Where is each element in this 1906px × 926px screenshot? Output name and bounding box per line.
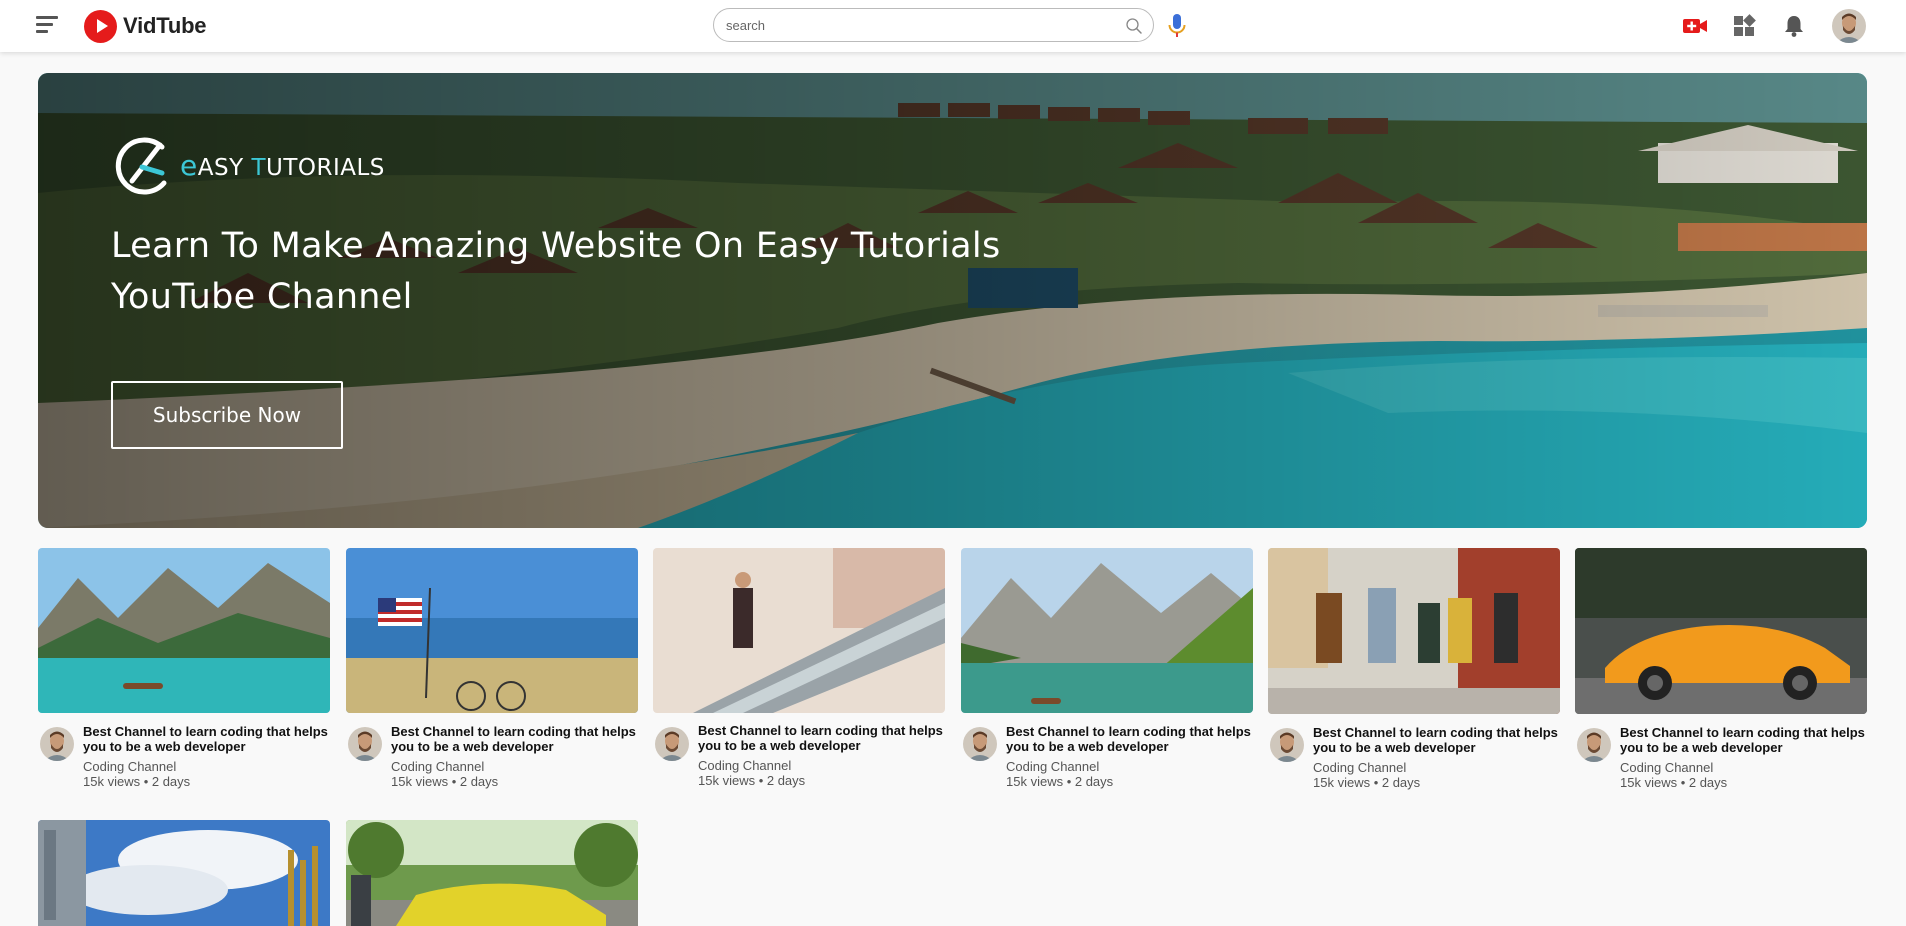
subscribe-button[interactable]: Subscribe Now xyxy=(111,381,343,449)
video-upload-icon[interactable] xyxy=(1682,13,1708,39)
app-name: VidTube xyxy=(123,13,207,38)
bell-icon[interactable] xyxy=(1781,13,1807,39)
video-meta: 15k views • 2 days xyxy=(1006,774,1114,789)
channel-avatar-icon xyxy=(348,727,382,761)
video-title[interactable]: Best Channel to learn coding that helps … xyxy=(391,724,641,754)
video-meta: 15k views • 2 days xyxy=(1313,775,1421,790)
banner-title-line-1: Learn To Make Amazing Website On Easy Tu… xyxy=(111,226,1001,266)
video-meta: 15k views • 2 days xyxy=(391,774,499,789)
channel-avatar[interactable] xyxy=(348,727,382,761)
channel-avatar[interactable] xyxy=(1577,728,1611,762)
hero-banner: eASY TUTORIALS Learn To Make Amazing Web… xyxy=(38,73,1867,528)
channel-name[interactable]: Coding Channel xyxy=(1006,759,1099,774)
mountain-lake-image xyxy=(38,548,330,713)
video-title[interactable]: Best Channel to learn coding that helps … xyxy=(1313,725,1563,755)
top-navbar: VidTube xyxy=(0,0,1906,52)
video-thumbnail[interactable] xyxy=(653,548,945,713)
yellow-sports-car-image xyxy=(346,820,638,926)
easy-tutorials-wordmark: eASY TUTORIALS xyxy=(180,148,385,182)
escalator-image xyxy=(653,548,945,713)
search-input[interactable] xyxy=(726,15,1106,35)
play-logo-icon xyxy=(84,9,117,43)
video-title[interactable]: Best Channel to learn coding that helps … xyxy=(1006,724,1256,754)
video-thumbnail[interactable] xyxy=(38,820,330,926)
video-thumbnail[interactable] xyxy=(38,548,330,713)
video-title[interactable]: Best Channel to learn coding that helps … xyxy=(1620,725,1870,755)
easy-tutorials-logo: eASY TUTORIALS xyxy=(112,133,385,197)
apps-grid-icon[interactable] xyxy=(1731,13,1757,39)
vidtube-logo[interactable]: VidTube xyxy=(84,9,207,43)
video-title[interactable]: Best Channel to learn coding that helps … xyxy=(83,724,333,754)
alpine-lake-image xyxy=(961,548,1253,713)
channel-avatar-icon xyxy=(1577,728,1611,762)
channel-name[interactable]: Coding Channel xyxy=(1620,760,1713,775)
video-thumbnail[interactable] xyxy=(346,548,638,713)
friends-walking-image xyxy=(1268,548,1560,714)
channel-name[interactable]: Coding Channel xyxy=(1313,760,1406,775)
video-thumbnail[interactable] xyxy=(1268,548,1560,714)
video-meta: 15k views • 2 days xyxy=(698,773,806,788)
channel-avatar[interactable] xyxy=(40,727,74,761)
beach-flag-image xyxy=(346,548,638,713)
video-thumbnail[interactable] xyxy=(961,548,1253,713)
banner-title-line-2: YouTube Channel xyxy=(111,277,413,317)
video-thumbnail[interactable] xyxy=(346,820,638,926)
building-sky-image xyxy=(38,820,330,926)
channel-avatar-icon xyxy=(655,727,689,761)
orange-sports-car-image xyxy=(1575,548,1867,714)
channel-avatar-icon xyxy=(963,727,997,761)
channel-avatar-icon xyxy=(1270,728,1304,762)
avatar[interactable] xyxy=(1832,9,1866,43)
channel-name[interactable]: Coding Channel xyxy=(391,759,484,774)
easy-tutorials-logo-icon xyxy=(115,137,167,195)
search-bar xyxy=(713,8,1154,42)
profile-avatar-icon xyxy=(1832,9,1866,43)
search-icon[interactable] xyxy=(1125,17,1143,35)
channel-name[interactable]: Coding Channel xyxy=(83,759,176,774)
video-meta: 15k views • 2 days xyxy=(1620,775,1728,790)
channel-avatar[interactable] xyxy=(963,727,997,761)
channel-name[interactable]: Coding Channel xyxy=(698,758,791,773)
channel-avatar-icon xyxy=(40,727,74,761)
microphone-icon[interactable] xyxy=(1166,12,1188,40)
channel-avatar[interactable] xyxy=(1270,728,1304,762)
video-title[interactable]: Best Channel to learn coding that helps … xyxy=(698,723,948,753)
banner-title: Learn To Make Amazing Website On Easy Tu… xyxy=(111,221,1111,323)
video-thumbnail[interactable] xyxy=(1575,548,1867,714)
menu-icon[interactable] xyxy=(36,15,58,35)
channel-avatar[interactable] xyxy=(655,727,689,761)
video-meta: 15k views • 2 days xyxy=(83,774,191,789)
